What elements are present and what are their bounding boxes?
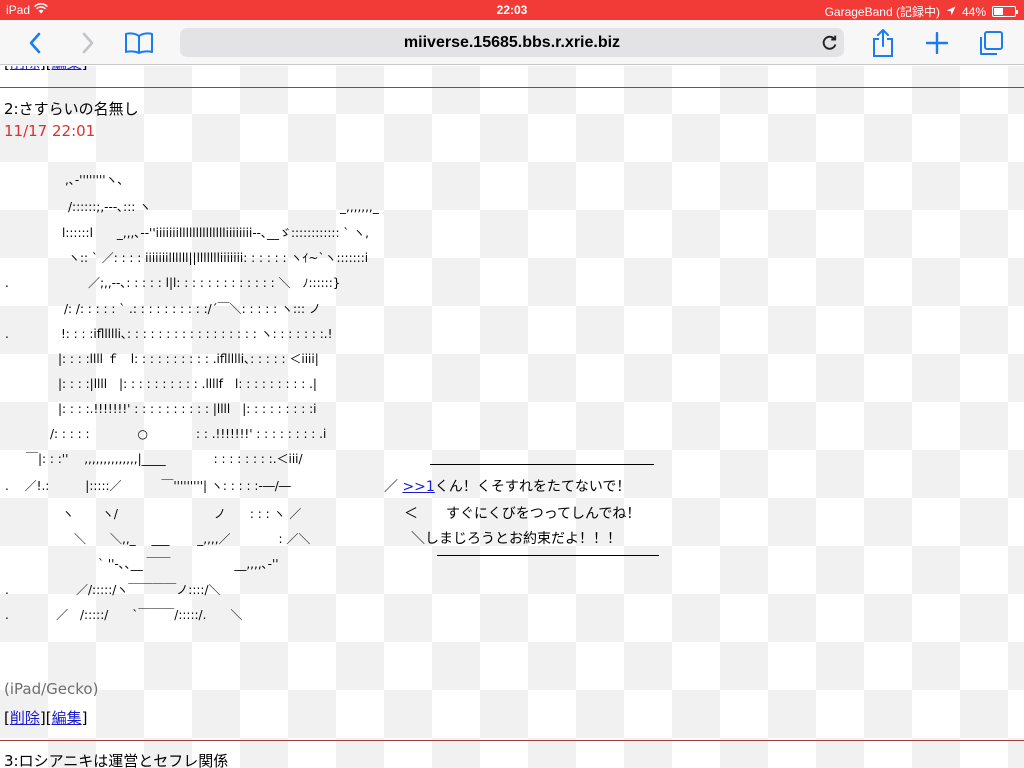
aa-line: |: : : :llll ｆ l: : : : : : : : : : .ifl… <box>58 352 319 366</box>
post-3-header: 3:ロシアニキは運営とセフレ関係 <box>4 752 229 768</box>
delete-link[interactable]: 削除 <box>10 709 40 727</box>
speech-text: くん！くそすれをたてないで！ <box>434 479 631 495</box>
url-text: miiverse.15685.bbs.r.xrie.biz <box>403 33 621 51</box>
speech-prefix: ／ <box>384 479 398 495</box>
edit-link[interactable]: 編集 <box>52 709 82 727</box>
chevron-left-icon <box>29 32 41 54</box>
prev-post-links: [削除][編集] <box>4 66 87 73</box>
bookmarks-button[interactable] <box>124 28 154 58</box>
aa-line: |: : : :.!!!!!!!' : : : : : : : : : : |l… <box>58 402 317 416</box>
new-tab-button[interactable] <box>922 28 952 58</box>
prev-delete-link[interactable]: 削除 <box>10 66 40 72</box>
speech-bubble-bottom-line <box>437 555 659 556</box>
aa-line: ／/:::::/ヽ￣￣￣￣ノ::::/＼ <box>76 583 221 597</box>
battery-fill <box>994 8 1003 15</box>
address-bar[interactable]: miiverse.15685.bbs.r.xrie.biz <box>180 28 844 57</box>
post-divider <box>0 87 1024 88</box>
aa-line: ＼ ＼,,_ ___ _,,,,／ : ／＼ <box>74 532 311 546</box>
aa-line: ￣|: : :'' ,,,,,,,,,,,,,,|____ : : : : : … <box>26 452 303 466</box>
tabs-icon <box>980 31 1003 55</box>
bracket-mid: ][ <box>40 66 52 72</box>
chevron-right-icon <box>82 32 94 54</box>
aa-line: l::::::l _,,,､--''iiiiiiilllllllllllllli… <box>62 226 369 240</box>
post-2-date: 11/17 22:01 <box>4 122 96 140</box>
aa-line: |: : : :|llll |: : : : : : : : : : .llll… <box>58 377 317 391</box>
post-2-links: [削除][編集] <box>4 707 87 728</box>
aa-line: /: : : : : ○ : : .!!!!!!!' : : : : : : :… <box>50 427 327 441</box>
bracket-mid: ][ <box>39 709 52 727</box>
aa-line: . <box>5 276 9 290</box>
plus-icon <box>926 32 948 54</box>
battery-percent: 44% <box>961 4 986 19</box>
location-icon <box>946 5 956 19</box>
status-right: GarageBand (記録中) 44% <box>824 3 1018 20</box>
aa-line: ／ /:::::/ `￣￣￣/:::::/. ＼ <box>56 608 243 622</box>
post-2-user-agent: (iPad/Gecko) <box>4 680 99 698</box>
aa-line: . ／!.: |:::::／ ￣'''''''''| ヽ: : : : :-―/… <box>5 479 291 493</box>
speech-bubble-top-line <box>430 464 654 465</box>
status-bar: iPad 22:03 GarageBand (記録中) 44% <box>0 0 1024 20</box>
tabs-button[interactable] <box>976 28 1006 58</box>
post-divider <box>0 740 1024 741</box>
prev-edit-link[interactable]: 編集 <box>52 66 82 72</box>
aa-line: /: /: : : : : ` .: : : : : : : : : :/´￣＼… <box>64 302 321 316</box>
aa-line: ／;,,--､: : : : : l|l: : : : : : : : : : … <box>88 276 341 290</box>
reply-link[interactable]: >>1 <box>402 479 434 495</box>
book-icon <box>125 32 153 54</box>
battery-icon <box>992 6 1018 17</box>
aa-line: ` ''-､､__ ￣￣ __,,,,､-'' <box>98 557 279 571</box>
aa-line: ヽ:: ` ／: : : : iiiiiiillllll||llllllliii… <box>68 251 369 265</box>
aa-line: ヽ ヽ/ ノ : : : ヽ ／ <box>62 507 302 521</box>
post-2-header: 2:さすらいの名無し <box>4 100 139 118</box>
browser-toolbar: miiverse.15685.bbs.r.xrie.biz <box>0 20 1024 65</box>
back-button[interactable] <box>20 28 50 58</box>
aa-line: . <box>5 608 9 622</box>
aa-line: . <box>5 583 9 597</box>
page-content: [削除][編集] 2:さすらいの名無し 11/17 22:01 ,､-'''''… <box>0 66 1024 768</box>
forward-button[interactable] <box>73 28 103 58</box>
share-button[interactable] <box>868 28 898 58</box>
recording-app-label: GarageBand (記録中) <box>824 5 940 19</box>
speech-line-3: ＼しまじろうとお約束だよ！！！ <box>411 531 621 547</box>
aa-line: !: : : :ifllllli､: : : : : : : : : : : :… <box>61 327 333 341</box>
bracket-close: ] <box>81 709 88 727</box>
aa-line: /::::::;,---､::: ヽ <box>68 200 152 214</box>
bracket-close: ] <box>82 66 88 72</box>
reload-icon[interactable] <box>821 34 838 56</box>
speech-line-2: ＜ すぐにくびをつってしんでね！ <box>404 506 641 522</box>
share-icon <box>873 29 893 57</box>
aa-line: ,､-''''''''ヽ､ <box>65 173 124 187</box>
aa-line: . <box>5 327 9 341</box>
speech-line-1: ／ >>1くん！くそすれをたてないで！ <box>384 474 630 500</box>
aa-line: _,,,,,,,_ <box>340 200 379 214</box>
